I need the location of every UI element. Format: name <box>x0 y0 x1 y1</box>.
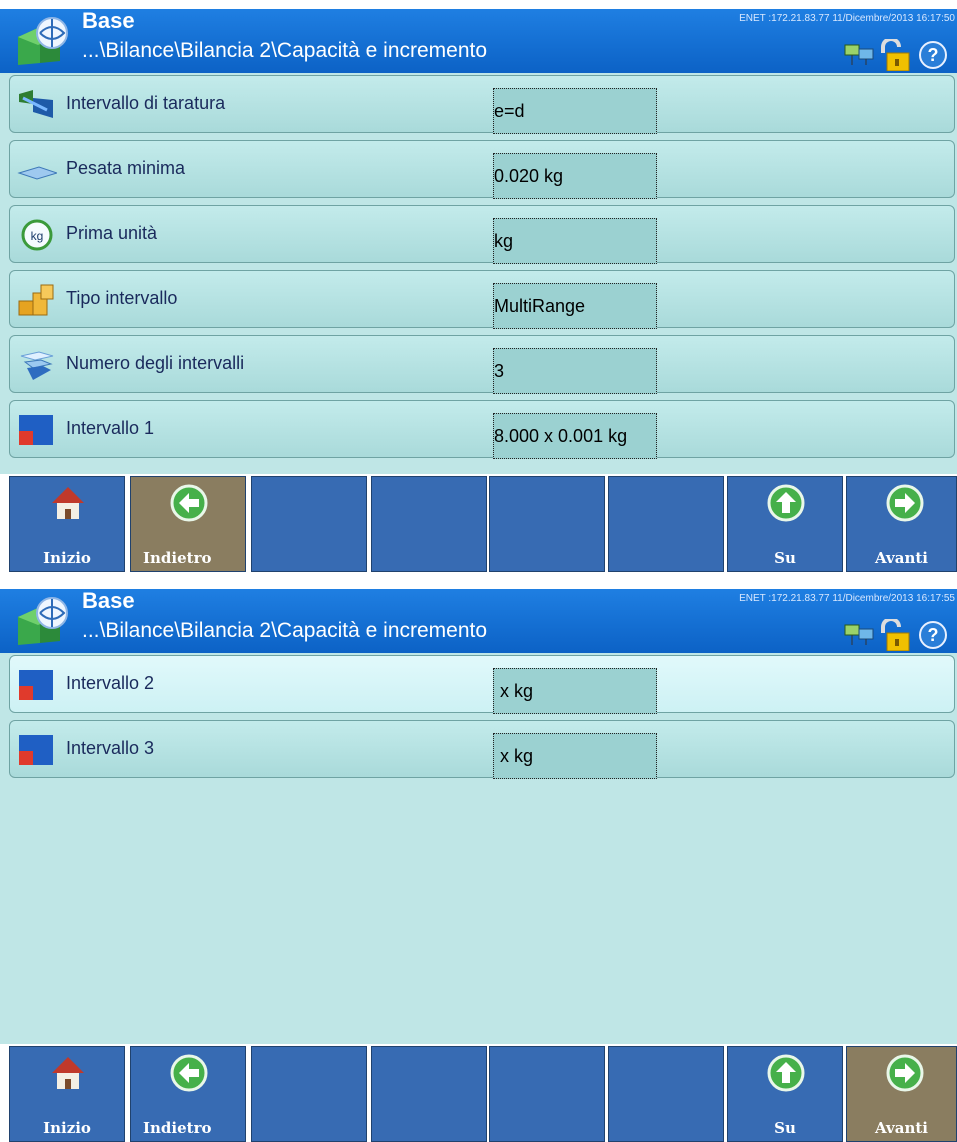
help-icon[interactable]: ? <box>919 621 947 649</box>
up-button[interactable]: Su <box>727 476 843 572</box>
arrow-right-icon <box>886 484 924 522</box>
setting-value: x kg <box>500 746 534 766</box>
list-item[interactable]: Tipo intervallo MultiRange <box>9 270 955 329</box>
home-button[interactable]: Inizio <box>9 1046 125 1142</box>
list-item[interactable]: kg Prima unità kg <box>9 205 955 264</box>
setting-label: Prima unità <box>66 223 158 243</box>
arrow-left-icon <box>170 484 208 522</box>
setting-value-field[interactable]: e=d <box>493 88 657 134</box>
setting-label: Intervallo 2 <box>66 673 155 693</box>
list-item[interactable]: Numero degli intervalli 3 <box>9 335 955 394</box>
empty-softkey[interactable] <box>371 476 487 572</box>
network-icon <box>844 624 874 645</box>
unlock-icon[interactable] <box>881 39 910 71</box>
setting-label: Numero degli intervalli <box>66 353 245 373</box>
empty-softkey[interactable] <box>489 1046 605 1142</box>
list-item[interactable]: Intervallo di taratura e=d <box>9 75 955 134</box>
page-title: Base <box>82 8 135 33</box>
kg-unit-icon: kg <box>21 219 53 251</box>
arrow-right-icon <box>886 1054 924 1092</box>
svg-text:?: ? <box>928 625 939 645</box>
empty-softkey[interactable] <box>251 1046 367 1142</box>
network-icon <box>844 44 874 65</box>
empty-softkey[interactable] <box>608 476 724 572</box>
arrow-left-icon <box>170 1054 208 1092</box>
setting-label: Pesata minima <box>66 158 186 178</box>
range-square-icon <box>19 670 53 700</box>
cube-globe-icon <box>18 17 68 65</box>
breadcrumb: ...\Bilance\Bilancia 2\Capacità e increm… <box>82 39 488 62</box>
setting-label: Intervallo di taratura <box>66 93 226 113</box>
range-square-icon <box>19 415 53 445</box>
list-item[interactable]: Pesata minima 0.020 kg <box>9 140 955 199</box>
setting-value: kg <box>494 231 514 251</box>
network-status-text: ENET :172.21.83.77 11/Dicembre/2013 16:1… <box>739 13 955 24</box>
next-label: Avanti <box>875 1119 928 1137</box>
next-button[interactable]: Avanti <box>846 476 957 572</box>
softkey-bar: Inizio Indietro Su Avanti <box>0 1044 957 1142</box>
arrow-up-icon <box>767 484 805 522</box>
empty-softkey[interactable] <box>608 1046 724 1142</box>
setting-value-field[interactable]: kg <box>493 218 657 264</box>
home-label: Inizio <box>43 1119 91 1137</box>
arrow-up-icon <box>767 1054 805 1092</box>
setting-value: MultiRange <box>494 296 586 316</box>
setting-value: 8.000 x 0.001 kg <box>494 426 628 446</box>
help-icon[interactable]: ? <box>919 41 947 69</box>
up-label: Su <box>774 549 796 567</box>
setting-value: 0.020 kg <box>494 166 564 186</box>
page-title: Base <box>82 588 135 613</box>
breadcrumb: ...\Bilance\Bilancia 2\Capacità e increm… <box>82 619 488 642</box>
setting-value: e=d <box>494 101 525 121</box>
range-count-icon <box>20 351 54 380</box>
title-bar: Base ...\Bilance\Bilancia 2\Capacità e i… <box>0 588 957 653</box>
setting-value-field[interactable]: x kg <box>493 668 657 714</box>
up-label: Su <box>774 1119 796 1137</box>
list-item[interactable]: Intervallo 2 x kg <box>9 655 955 714</box>
back-button[interactable]: Indietro <box>130 1046 246 1142</box>
next-button[interactable]: Avanti <box>846 1046 957 1142</box>
title-bar: Base ...\Bilance\Bilancia 2\Capacità e i… <box>0 8 957 73</box>
softkey-bar: Inizio Indietro Su Avanti <box>0 474 957 573</box>
network-status-text: ENET :172.21.83.77 11/Dicembre/2013 16:1… <box>739 593 955 604</box>
back-button[interactable]: Indietro <box>130 476 246 572</box>
back-label: Indietro <box>143 1119 212 1137</box>
status-icons: ? <box>844 39 947 71</box>
setting-label: Tipo intervallo <box>66 288 178 308</box>
list-item[interactable]: Intervallo 1 8.000 x 0.001 kg <box>9 400 955 459</box>
empty-softkey[interactable] <box>371 1046 487 1142</box>
empty-softkey[interactable] <box>489 476 605 572</box>
settings-list: Intervallo 2 x kg Intervallo 3 x kg <box>0 653 957 1045</box>
range-square-icon <box>19 735 53 765</box>
screen-2: Base ...\Bilance\Bilancia 2\Capacità e i… <box>0 588 957 1142</box>
setting-label: Intervallo 1 <box>66 418 155 438</box>
cube-globe-icon <box>18 597 68 645</box>
minimum-weight-icon <box>17 166 57 180</box>
svg-text:?: ? <box>928 45 939 65</box>
home-icon <box>52 487 84 519</box>
status-icons: ? <box>844 619 947 651</box>
empty-softkey[interactable] <box>251 476 367 572</box>
setting-value-field[interactable]: 8.000 x 0.001 kg <box>493 413 657 459</box>
setting-value: x kg <box>500 681 534 701</box>
next-label: Avanti <box>875 549 928 567</box>
calibration-interval-icon <box>19 90 53 118</box>
setting-value-field[interactable]: 0.020 kg <box>493 153 657 199</box>
back-label: Indietro <box>143 549 212 567</box>
up-button[interactable]: Su <box>727 1046 843 1142</box>
home-label: Inizio <box>43 549 91 567</box>
setting-label: Intervallo 3 <box>66 738 155 758</box>
home-icon <box>52 1057 84 1089</box>
list-item[interactable]: Intervallo 3 x kg <box>9 720 955 779</box>
setting-value-field[interactable]: MultiRange <box>493 283 657 329</box>
screen-1: Base ...\Bilance\Bilancia 2\Capacità e i… <box>0 8 957 573</box>
setting-value-field[interactable]: x kg <box>493 733 657 779</box>
range-type-icon <box>18 284 54 316</box>
setting-value: 3 <box>494 361 505 381</box>
home-button[interactable]: Inizio <box>9 476 125 572</box>
settings-list: Intervallo di taratura e=d Pesata minima… <box>0 73 957 481</box>
unlock-icon[interactable] <box>881 619 910 651</box>
setting-value-field[interactable]: 3 <box>493 348 657 394</box>
svg-text:kg: kg <box>31 229 44 243</box>
